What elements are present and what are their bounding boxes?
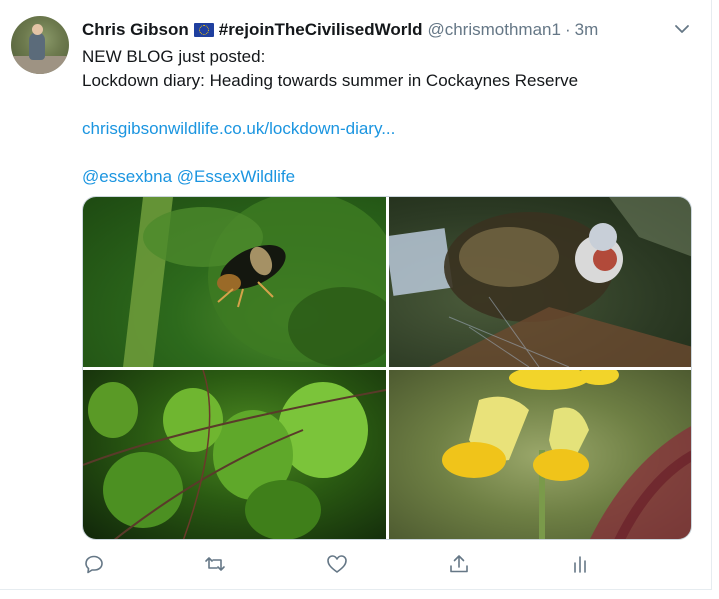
author-hashtag[interactable]: #rejoinTheCivilisedWorld [219,20,423,40]
reply-icon[interactable] [82,552,106,576]
beetle-on-leaf-photo[interactable] [83,197,386,367]
author-name[interactable]: Chris Gibson [82,20,189,40]
author-handle[interactable]: @chrismothman1 [427,20,560,40]
tweet-text-line: Lockdown diary: Heading towards summer i… [82,71,579,90]
action-bar [82,552,602,578]
eu-flag-icon [193,23,214,37]
media-grid [82,196,692,540]
tweet-timestamp[interactable]: 3m [575,20,599,40]
analytics-icon[interactable] [568,552,592,576]
tweet-card[interactable]: Chris Gibson #rejoinTheCivilisedWorld @c… [0,0,712,590]
avatar-person-body [29,32,45,60]
avatar-person-head [32,24,43,35]
tweet-header: Chris Gibson #rejoinTheCivilisedWorld @c… [82,19,711,41]
avatar[interactable] [11,16,69,74]
blog-link[interactable]: chrisgibsonwildlife.co.uk/lockdown-diary… [82,117,692,141]
chevron-down-icon[interactable] [673,22,691,36]
tweet-text: NEW BLOG just posted: Lockdown diary: He… [82,45,692,189]
retweet-icon[interactable] [203,552,227,576]
yellow-cowslip-flowers-photo[interactable] [389,370,691,539]
share-icon[interactable] [447,552,471,576]
like-icon[interactable] [325,552,349,576]
birch-leaves-photo[interactable] [83,370,386,539]
dragonfly-closeup-photo[interactable] [389,197,691,367]
header-separator: · [564,20,571,39]
mention-link[interactable]: @essexbna [82,167,172,186]
mention-link[interactable]: @EssexWildlife [177,167,295,186]
tweet-text-line: NEW BLOG just posted: [82,47,266,66]
